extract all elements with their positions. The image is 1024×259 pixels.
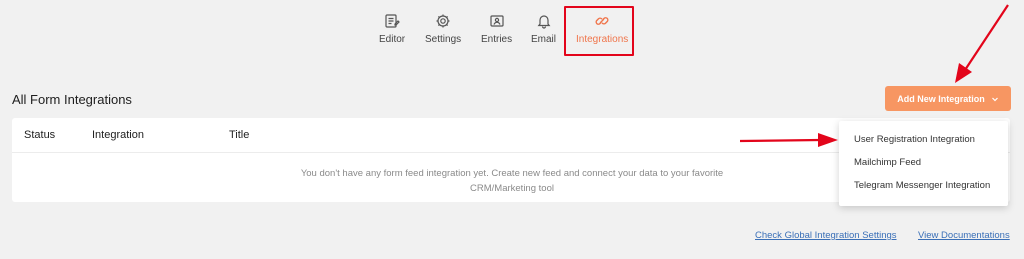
nav-editor[interactable]: Editor: [379, 13, 405, 45]
column-header-status: Status: [24, 129, 56, 141]
dropdown-option-mailchimp[interactable]: Mailchimp Feed: [839, 151, 1008, 174]
global-integration-settings-link[interactable]: Check Global Integration Settings: [755, 230, 897, 241]
view-documentations-link[interactable]: View Documentations: [918, 230, 1010, 241]
dropdown-option-telegram[interactable]: Telegram Messenger Integration: [839, 174, 1008, 197]
bell-icon: [537, 15, 550, 29]
settings-icon: [436, 14, 450, 28]
column-header-integration: Integration: [92, 129, 144, 141]
nav-label-entries: Entries: [481, 34, 513, 45]
nav-label-settings: Settings: [425, 34, 462, 45]
dropdown-option-user-registration[interactable]: User Registration Integration: [839, 128, 1008, 151]
nav-settings[interactable]: Settings: [425, 13, 461, 45]
form-top-nav: Editor Settings Entries Email Integratio…: [0, 6, 1024, 58]
nav-label-email: Email: [531, 34, 557, 45]
editor-icon: [385, 14, 400, 28]
add-new-integration-button[interactable]: Add New Integration: [885, 86, 1011, 111]
add-new-integration-label: Add New Integration: [897, 93, 985, 104]
chevron-down-icon: [991, 97, 998, 101]
page-title: All Form Integrations: [12, 92, 132, 107]
integration-dropdown-menu: User Registration Integration Mailchimp …: [839, 121, 1008, 206]
nav-email[interactable]: Email: [531, 13, 556, 45]
nav-entries[interactable]: Entries: [481, 13, 512, 45]
entries-icon: [489, 15, 504, 27]
integrations-highlight-box: [564, 6, 634, 56]
column-header-title: Title: [229, 129, 250, 141]
nav-label-editor: Editor: [379, 34, 406, 45]
